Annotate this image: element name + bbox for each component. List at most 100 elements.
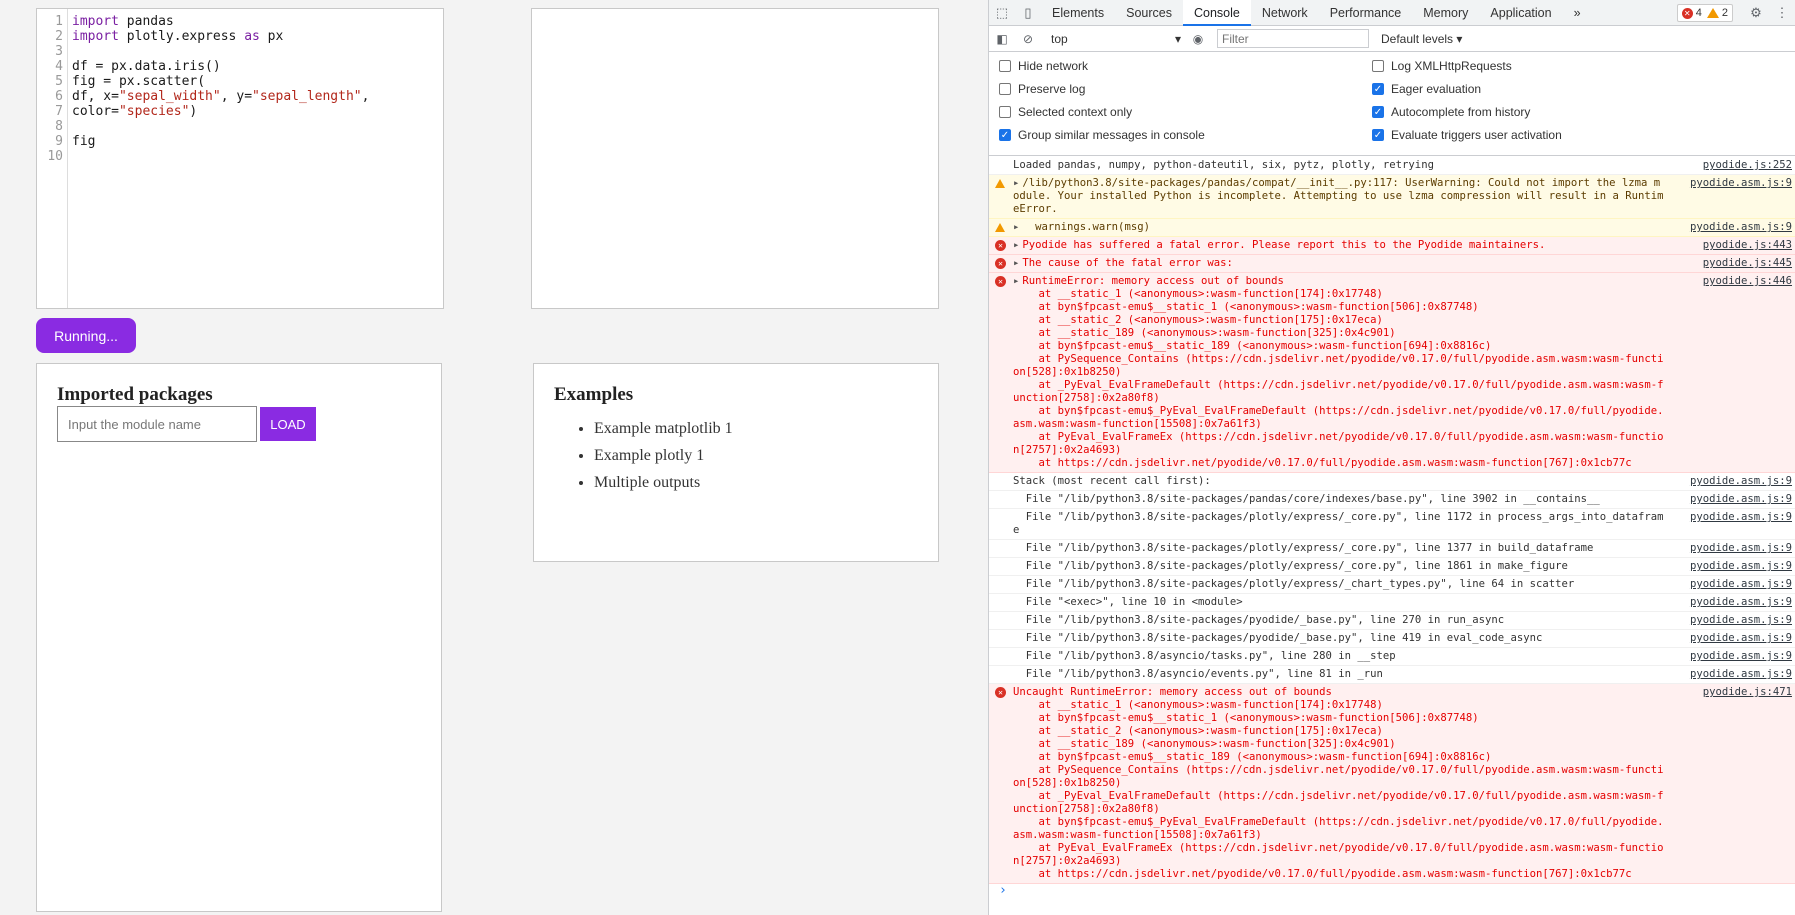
console-message[interactable]: File "/lib/python3.8/site-packages/pyodi… [989, 630, 1795, 648]
checkbox[interactable] [1372, 60, 1384, 72]
code-token: ) [189, 104, 198, 119]
line-number: 7 [55, 104, 63, 119]
checkbox[interactable]: ✓ [1372, 106, 1384, 118]
source-link[interactable]: pyodide.js:443 [1703, 239, 1792, 252]
source-link[interactable]: pyodide.asm.js:9 [1690, 560, 1792, 573]
code-line: df, x="sepal_width", y="sepal_length", [72, 89, 369, 104]
expand-triangle-icon[interactable]: ▸ [1013, 221, 1019, 233]
module-name-input[interactable] [57, 406, 257, 442]
load-button[interactable]: LOAD [260, 407, 316, 441]
code-token: df = px.data.iris() [72, 59, 221, 74]
example-item[interactable]: Multiple outputs [594, 474, 733, 492]
console-message[interactable]: File "/lib/python3.8/asyncio/events.py",… [989, 666, 1795, 684]
source-link[interactable]: pyodide.asm.js:9 [1690, 596, 1792, 609]
console-message[interactable]: File "/lib/python3.8/site-packages/plotl… [989, 576, 1795, 594]
message-text: warnings.warn(msg) [1022, 221, 1150, 233]
source-link[interactable]: pyodide.asm.js:9 [1690, 493, 1792, 506]
tab-memory[interactable]: Memory [1412, 0, 1479, 26]
inspect-element-icon[interactable]: ⬚ [989, 0, 1015, 26]
tab-performance[interactable]: Performance [1319, 0, 1413, 26]
console-message[interactable]: File "/lib/python3.8/site-packages/panda… [989, 491, 1795, 509]
tab-elements[interactable]: Elements [1041, 0, 1115, 26]
run-button[interactable]: Running... [36, 318, 136, 353]
console-message[interactable]: ✕ ▸ The cause of the fatal error was: pyodi… [989, 255, 1795, 273]
source-link[interactable]: pyodide.asm.js:9 [1690, 632, 1792, 645]
source-link[interactable]: pyodide.asm.js:9 [1690, 650, 1792, 663]
console-message[interactable]: ▸ warnings.warn(msg) pyodide.asm.js:9 [989, 219, 1795, 237]
console-message[interactable]: ✕ ▸ RuntimeError: memory access out of bou… [989, 273, 1795, 473]
source-link[interactable]: pyodide.asm.js:9 [1690, 511, 1792, 524]
console-message[interactable]: File "<exec>", line 10 in <module> pyodid… [989, 594, 1795, 612]
log-levels-dropdown[interactable]: Default levels ▾ [1381, 32, 1462, 46]
checkbox[interactable] [999, 60, 1011, 72]
expand-triangle-icon[interactable]: ▸ [1013, 239, 1019, 251]
code-line: df = px.data.iris() [72, 59, 369, 74]
expand-triangle-icon[interactable]: ▸ [1013, 275, 1019, 287]
console-message[interactable]: ✕ ▸ Pyodide has suffered a fatal error. Pl… [989, 237, 1795, 255]
checkbox[interactable] [999, 106, 1011, 118]
source-link[interactable]: pyodide.asm.js:9 [1690, 221, 1792, 234]
line-number: 4 [55, 59, 63, 74]
console-message[interactable]: ▸/lib/python3.8/site-packages/pandas/com… [989, 175, 1795, 219]
code-line: fig = px.scatter( [72, 74, 369, 89]
sidebar-toggle-icon[interactable]: ◧ [989, 32, 1015, 46]
source-link[interactable]: pyodide.asm.js:9 [1690, 578, 1792, 591]
checkbox[interactable]: ✓ [1372, 83, 1384, 95]
console-message[interactable]: Loaded pandas, numpy, python-dateutil, s… [989, 157, 1795, 175]
console-message[interactable]: ✕ Uncaught RuntimeError: memory access ou… [989, 684, 1795, 884]
console-message[interactable]: File "/lib/python3.8/asyncio/tasks.py", … [989, 648, 1795, 666]
clear-console-icon[interactable]: ⊘ [1015, 32, 1041, 46]
code-token: px [259, 29, 284, 44]
gear-icon[interactable]: ⚙ [1743, 0, 1769, 26]
setting-autocomplete-from-history[interactable]: ✓ Autocomplete from history [1372, 102, 1530, 122]
checkbox[interactable]: ✓ [999, 129, 1011, 141]
console-message[interactable]: File "/lib/python3.8/site-packages/plotl… [989, 558, 1795, 576]
kebab-menu-icon[interactable]: ⋮ [1769, 0, 1795, 26]
live-expression-eye-icon[interactable]: ◉ [1185, 32, 1211, 46]
source-link[interactable]: pyodide.asm.js:9 [1690, 475, 1792, 488]
console-filter-input[interactable] [1217, 29, 1369, 48]
expand-triangle-icon[interactable]: ▸ [1013, 177, 1019, 189]
source-link[interactable]: pyodide.asm.js:9 [1690, 542, 1792, 555]
checkbox[interactable]: ✓ [1372, 129, 1384, 141]
setting-preserve-log[interactable]: Preserve log [999, 79, 1085, 99]
source-link[interactable]: pyodide.asm.js:9 [1690, 668, 1792, 681]
expand-triangle-icon[interactable]: ▸ [1013, 257, 1019, 269]
context-selector[interactable]: top ▾ [1047, 29, 1185, 49]
warning-icon [995, 179, 1005, 188]
setting-hide-network[interactable]: Hide network [999, 56, 1088, 76]
tab-network[interactable]: Network [1251, 0, 1319, 26]
more-tabs-icon[interactable]: » [1563, 0, 1592, 26]
console-message[interactable]: File "/lib/python3.8/site-packages/plotl… [989, 540, 1795, 558]
setting-log-xmlhttprequests[interactable]: Log XMLHttpRequests [1372, 56, 1512, 76]
setting-evaluate-triggers-user-activation[interactable]: ✓ Evaluate triggers user activation [1372, 125, 1562, 145]
console-prompt[interactable]: › [989, 884, 1795, 897]
example-item[interactable]: Example plotly 1 [594, 447, 733, 465]
code-content[interactable]: import pandas import plotly.express as px… [68, 9, 369, 308]
console-message[interactable]: File "/lib/python3.8/site-packages/pyodi… [989, 612, 1795, 630]
setting-selected-context-only[interactable]: Selected context only [999, 102, 1132, 122]
device-toolbar-icon[interactable]: ▯ [1015, 0, 1041, 26]
code-token: "sepal_length" [252, 89, 362, 104]
console-message[interactable]: Stack (most recent call first): pyodide.a… [989, 473, 1795, 491]
code-editor[interactable]: 1 2 3 4 5 6 7 8 9 10 import pandas import plotly.e… [36, 8, 444, 309]
source-link[interactable]: pyodide.js:445 [1703, 257, 1792, 270]
code-token: df, x= [72, 89, 119, 104]
tab-sources[interactable]: Sources [1115, 0, 1183, 26]
source-link[interactable]: pyodide.js:446 [1703, 275, 1792, 288]
tab-console[interactable]: Console [1182, 0, 1251, 26]
example-item[interactable]: Example matplotlib 1 [594, 420, 733, 438]
code-line: import plotly.express as px [72, 29, 369, 44]
source-link[interactable]: pyodide.js:471 [1703, 686, 1792, 699]
console-message[interactable]: File "/lib/python3.8/site-packages/plotl… [989, 509, 1795, 540]
source-link[interactable]: pyodide.asm.js:9 [1690, 177, 1792, 190]
error-icon: ✕ [995, 687, 1006, 698]
setting-label: Autocomplete from history [1391, 105, 1531, 119]
source-link[interactable]: pyodide.asm.js:9 [1690, 614, 1792, 627]
setting-group-similar-messages-in-console[interactable]: ✓ Group similar messages in console [999, 125, 1205, 145]
setting-eager-evaluation[interactable]: ✓ Eager evaluation [1372, 79, 1481, 99]
issues-counter[interactable]: ✕ 4 2 [1676, 4, 1733, 22]
tab-application[interactable]: Application [1479, 0, 1562, 26]
source-link[interactable]: pyodide.js:252 [1703, 159, 1792, 172]
checkbox[interactable] [999, 83, 1011, 95]
